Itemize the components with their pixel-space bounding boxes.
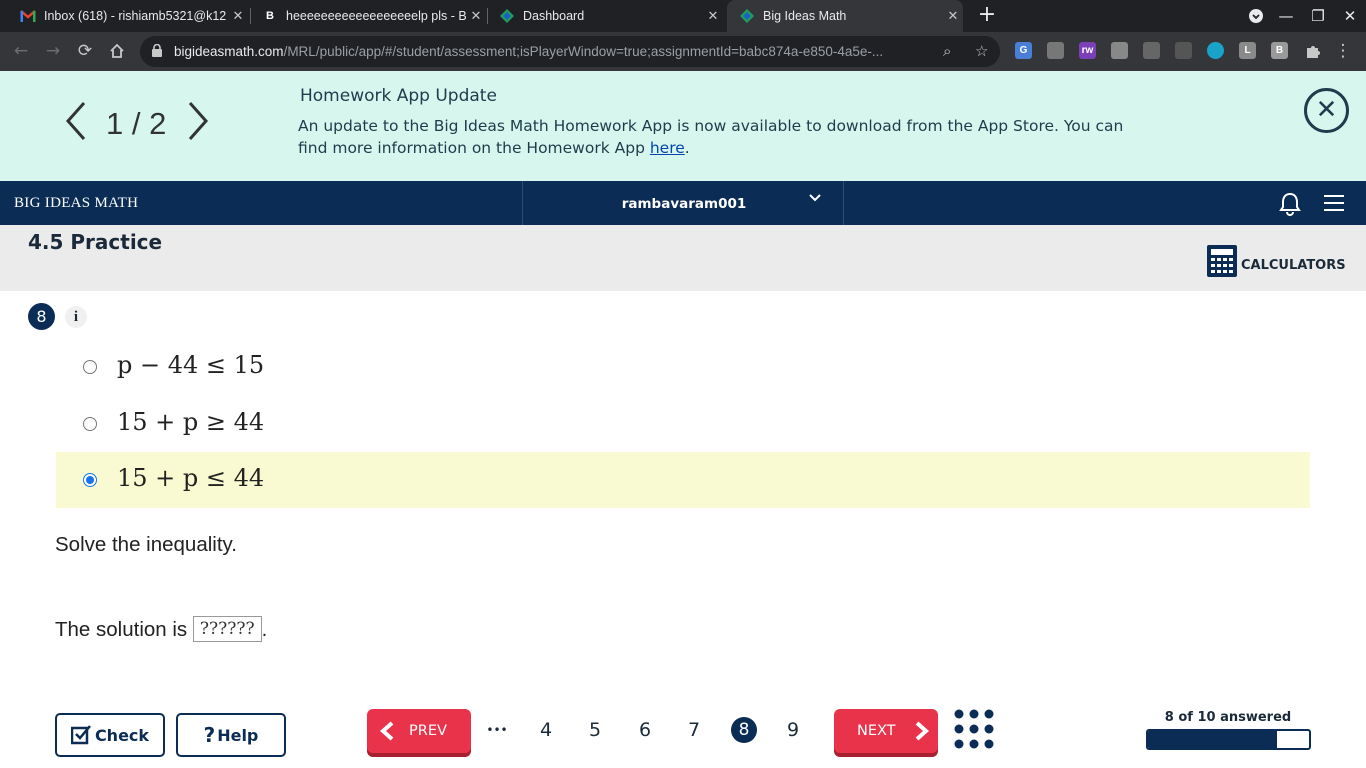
question-grid-icon[interactable] [954,709,994,749]
bell-icon[interactable] [1279,192,1301,216]
option-text: p − 44 ≤ 15 [117,351,265,379]
browser-tab-dashboard[interactable]: Dashboard ✕ [489,0,723,32]
assignment-title: 4.5 Practice [28,230,163,254]
next-notice-icon[interactable] [186,101,210,152]
page-number[interactable]: 5 [582,717,608,743]
check-button[interactable]: Check [55,713,165,757]
browser-tab-gmail[interactable]: Inbox (618) - rishiamb5321@k12 ✕ [12,0,248,32]
tab-search-icon[interactable] [1240,0,1272,32]
tab-title: Big Ideas Math [763,9,847,23]
lock-icon [152,44,162,57]
read-write-icon[interactable]: rw [1079,42,1096,59]
brand-logo[interactable]: BIG IDEAS MATH [14,181,138,225]
big-ideas-icon [499,8,515,24]
answer-option[interactable]: 15 + p ≥ 44 [56,396,1310,452]
extension-icon[interactable] [1047,42,1064,59]
answer-line: The solution is ??????. [55,615,267,642]
extension-icon[interactable]: B [1271,42,1288,59]
calculator-icon [1207,245,1237,277]
previous-notice-icon[interactable] [64,101,88,152]
arrow-left-icon [379,721,394,741]
progress-label: 8 of 10 answered [1164,710,1292,725]
browser-menu-icon[interactable]: ⋮ [1330,38,1356,64]
google-translate-icon[interactable]: G [1015,42,1032,59]
extension-icon[interactable]: L [1239,42,1256,59]
bookmark-star-icon[interactable]: ☆ [975,36,988,67]
close-tab-icon[interactable]: ✕ [943,8,963,24]
extensions-puzzle-icon[interactable] [1300,38,1326,64]
assignment-header: 4.5 Practice CALCULATORS [0,225,1366,291]
banner-message: An update to the Big Ideas Math Homework… [298,117,1124,157]
question-prompt: Solve the inequality. [55,533,237,556]
close-banner-icon[interactable]: ✕ [1304,88,1349,133]
new-tab-icon[interactable]: + [976,4,998,26]
radio-button[interactable] [83,417,97,431]
tab-separator [250,8,251,24]
radio-button-checked[interactable] [83,473,97,487]
brainly-icon: B [266,10,274,22]
browser-tab-strip: Inbox (618) - rishiamb5321@k12 ✕ B heeee… [0,0,1366,32]
option-text: 15 + p ≤ 44 [117,464,265,492]
calculators-label: CALCULATORS [1241,257,1346,273]
back-icon[interactable]: ← [8,38,34,64]
option-text: 15 + p ≥ 44 [117,408,265,436]
tab-title: heeeeeeeeeeeeeeeeeelp pls - Bra [286,9,466,23]
page-number-current[interactable]: 8 [731,717,757,743]
chevron-down-icon [809,191,821,206]
user-selector[interactable]: rambavaram001 [522,181,844,225]
close-tab-icon[interactable]: ✕ [228,8,248,24]
address-bar[interactable]: bigideasmath.com/MRL/public/app/#/studen… [140,36,1000,67]
browser-tab-big-ideas-math[interactable]: Big Ideas Math ✕ [727,0,963,32]
info-icon[interactable]: i [65,306,87,328]
calculators-button[interactable]: CALCULATORS [1207,245,1346,277]
answer-input[interactable]: ?????? [192,615,262,642]
extension-icon[interactable] [1143,42,1160,59]
more-pages-ellipsis[interactable]: ••• [484,717,510,743]
arrow-right-icon [915,721,929,741]
zoom-icon[interactable]: ⌕ [943,36,951,67]
page-number[interactable]: 9 [780,717,806,743]
page-number[interactable]: 7 [681,717,707,743]
banner-title: Homework App Update [300,86,497,106]
forward-icon[interactable]: → [40,38,66,64]
question-number-badge: 8 [28,303,55,330]
reload-icon[interactable]: ⟳ [72,38,98,64]
username: rambavaram001 [621,196,747,212]
here-link[interactable]: here [650,139,685,157]
answer-option[interactable]: p − 44 ≤ 15 [56,339,1310,395]
radio-button[interactable] [83,360,97,374]
browser-tab-brainly[interactable]: B heeeeeeeeeeeeeeeeeelp pls - Bra ✕ [252,0,486,32]
page-number[interactable]: 6 [632,717,658,743]
homework-app-banner: 1 / 2 Homework App Update An update to t… [0,71,1366,181]
browser-toolbar: ← → ⟳ bigideasmath.com/MRL/public/app/#/… [0,32,1366,71]
help-button[interactable]: ? Help [176,713,286,757]
restore-icon[interactable]: ❐ [1302,0,1334,32]
question-mark-icon: ? [203,723,216,747]
hamburger-menu-icon[interactable] [1324,195,1344,211]
url-text: bigideasmath.com/MRL/public/app/#/studen… [174,44,884,59]
answer-option-selected[interactable]: 15 + p ≤ 44 [56,452,1310,508]
progress-bar [1146,729,1311,750]
big-ideas-icon [739,8,755,24]
close-tab-icon[interactable]: ✕ [703,8,723,24]
tab-separator [487,8,488,24]
next-button[interactable]: NEXT [834,709,938,753]
progress-fill [1148,731,1277,748]
close-window-icon[interactable]: ✕ [1334,0,1366,32]
app-header: BIG IDEAS MATH rambavaram001 [0,181,1366,225]
notice-pager: 1 / 2 [106,106,167,141]
close-tab-icon[interactable]: ✕ [466,8,486,24]
extension-icon[interactable] [1175,42,1192,59]
home-icon[interactable] [104,38,130,64]
tab-title: Inbox (618) - rishiamb5321@k12 [44,9,227,23]
extension-icon[interactable] [1207,42,1224,59]
extension-icon[interactable] [1111,42,1128,59]
checkbox-icon [70,725,91,745]
gmail-icon [20,8,36,24]
page-number[interactable]: 4 [533,717,559,743]
tab-title: Dashboard [523,9,585,23]
minimize-icon[interactable]: — [1270,0,1302,32]
prev-button[interactable]: PREV [367,709,471,753]
